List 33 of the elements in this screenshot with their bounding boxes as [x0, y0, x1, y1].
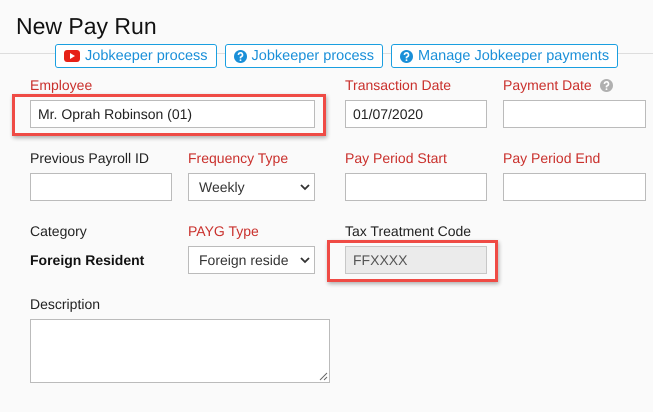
field-label: Frequency Type	[188, 150, 288, 166]
field-label: Pay Period End	[503, 150, 600, 166]
input-field[interactable]	[30, 173, 172, 201]
field-label: Description	[30, 296, 100, 312]
input-field[interactable]	[503, 100, 646, 128]
resize-handle-icon	[319, 372, 328, 381]
field-label: Pay Period Start	[345, 150, 447, 166]
field-label: Tax Treatment Code	[345, 223, 472, 239]
input-field[interactable]: FFXXXX	[345, 246, 487, 274]
field-label: Employee	[30, 77, 92, 93]
input-field[interactable]: 01/07/2020	[345, 100, 487, 128]
input-field[interactable]	[345, 173, 487, 201]
category-value: Foreign Resident	[30, 251, 146, 270]
chevron-down-icon	[300, 184, 310, 190]
field-label: Previous Payroll ID	[30, 150, 150, 166]
input-field[interactable]: Mr. Oprah Robinson (01)	[30, 100, 315, 128]
field-label: Category	[30, 223, 87, 239]
help-icon	[600, 78, 613, 92]
input-field[interactable]	[503, 173, 646, 201]
field-label: PAYG Type	[188, 223, 259, 239]
field-label: Payment Date	[503, 77, 592, 93]
help-link-button[interactable]: Jobkeeper process	[224, 44, 384, 68]
help-icon	[400, 50, 414, 62]
text-area[interactable]	[30, 319, 330, 383]
help-icon	[234, 50, 247, 62]
field-label: Transaction Date	[345, 77, 452, 93]
help-link-button[interactable]: Manage Jobkeeper payments	[391, 44, 618, 68]
dropdown[interactable]: Foreign reside	[188, 246, 315, 274]
video-link-button[interactable]: Jobkeeper process	[55, 44, 217, 68]
page-title: New Pay Run	[16, 13, 157, 39]
chevron-down-icon	[300, 256, 310, 264]
dropdown[interactable]: Weekly	[188, 173, 315, 201]
video-play-icon	[64, 50, 80, 62]
